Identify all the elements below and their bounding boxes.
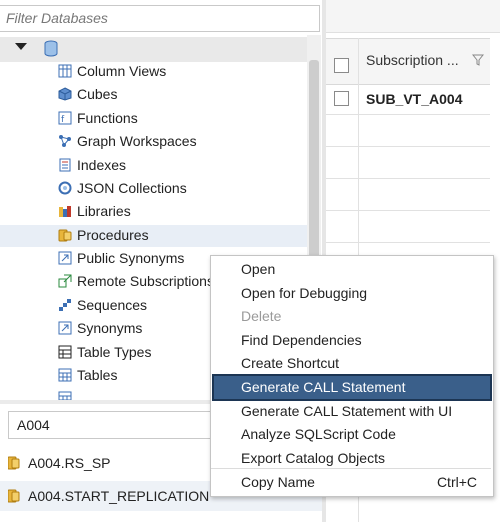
- tree-item-label: Indexes: [77, 157, 127, 173]
- menu-item-open-for-debugging[interactable]: Open for Debugging: [211, 282, 491, 305]
- grid-row-line: [326, 146, 490, 147]
- tree-item-label: Functions: [77, 110, 138, 126]
- grid-row-line: [326, 242, 490, 243]
- menu-item-export-catalog-objects[interactable]: Export Catalog Objects: [211, 447, 491, 470]
- tree-item-label: Public Synonyms: [77, 250, 185, 266]
- column-view-icon: [58, 64, 72, 78]
- grid-row-line: [326, 114, 490, 115]
- menu-item-generate-call-statement[interactable]: Generate CALL Statement: [212, 374, 492, 401]
- tree-item-graph-workspaces[interactable]: Graph Workspaces: [50, 131, 320, 153]
- function-icon: f: [58, 111, 72, 125]
- grid-row-line: [326, 210, 490, 211]
- tree-item-libraries[interactable]: Libraries: [50, 201, 320, 223]
- filter-icon[interactable]: [472, 54, 484, 66]
- tree-item-label: Tables: [77, 367, 118, 383]
- database-icon: [44, 40, 58, 57]
- tree-item-label: Column Views: [77, 63, 167, 79]
- table-icon: [58, 391, 72, 400]
- table-icon: [58, 368, 72, 382]
- graph-workspace-icon: [59, 135, 71, 147]
- grid-cell-subscription-name[interactable]: SUB_VT_A004: [366, 91, 463, 107]
- tree-item-label: Synonyms: [77, 320, 143, 336]
- column-header-subscription[interactable]: Subscription ...: [366, 52, 459, 68]
- public-synonym-icon: [58, 251, 72, 265]
- tree-item-label: Graph Workspaces: [77, 133, 197, 149]
- tree-item-label: Table Types: [77, 344, 152, 360]
- menu-item-label: Find Dependencies: [241, 332, 362, 348]
- tree-item-label: JSON Collections: [77, 180, 187, 196]
- tree-item-column-views[interactable]: Column Views: [50, 61, 320, 83]
- menu-item-label: Open: [241, 261, 276, 277]
- tree-item-label: Remote Subscriptions: [77, 273, 214, 289]
- menu-item-find-dependencies[interactable]: Find Dependencies: [211, 329, 491, 352]
- context-menu: Open Open for Debugging Delete Find Depende…: [210, 255, 494, 497]
- index-icon: [59, 158, 71, 172]
- tree-item-indexes[interactable]: Indexes: [50, 155, 320, 177]
- tree-item-procedures[interactable]: Procedures: [0, 225, 307, 247]
- procedure-icon: [8, 456, 20, 470]
- menu-item-copy-name[interactable]: Copy Name Ctrl+C: [211, 471, 491, 494]
- menu-item-label: Delete: [241, 308, 282, 324]
- library-icon: [59, 206, 71, 217]
- menu-item-label: Create Shortcut: [241, 355, 340, 371]
- table-type-icon: [58, 345, 72, 359]
- tree-item-cubes[interactable]: Cubes: [50, 84, 320, 106]
- remote-subscription-icon: [58, 274, 72, 288]
- grid-row-line: [326, 178, 490, 179]
- menu-item-label: Open for Debugging: [241, 285, 368, 301]
- tree-item-json-collections[interactable]: JSON Collections: [50, 178, 320, 200]
- select-all-checkbox[interactable]: [334, 58, 349, 73]
- menu-item-analyze-sqlscript-code[interactable]: Analyze SQLScript Code: [211, 423, 491, 446]
- json-collection-icon: [58, 181, 72, 195]
- menu-item-label: Generate CALL Statement: [241, 379, 406, 395]
- tree-item-label: Libraries: [77, 203, 131, 219]
- grid-toolbar: [326, 0, 500, 33]
- expand-arrow-icon[interactable]: [15, 43, 27, 50]
- menu-item-label: Analyze SQLScript Code: [241, 426, 396, 442]
- tree-item-label: Sequences: [77, 297, 148, 313]
- tree-item-functions[interactable]: f Functions: [50, 108, 320, 130]
- search-result-label: A004.RS_SP: [28, 455, 111, 471]
- menu-item-label: Generate CALL Statement with UI: [241, 403, 453, 419]
- tree-item-label: Procedures: [77, 227, 149, 243]
- menu-item-delete: Delete: [211, 305, 491, 328]
- row-checkbox[interactable]: [334, 91, 349, 106]
- filter-databases-input[interactable]: Filter Databases: [0, 5, 320, 32]
- sequence-icon: [59, 299, 71, 311]
- menu-item-label: Copy Name: [241, 474, 315, 490]
- cube-icon: [58, 87, 72, 101]
- synonym-icon: [58, 321, 72, 335]
- menu-separator: [211, 468, 491, 469]
- menu-item-create-shortcut[interactable]: Create Shortcut: [211, 352, 491, 375]
- procedure-icon: [8, 489, 20, 503]
- search-result-label: A004.START_REPLICATION: [28, 488, 210, 504]
- menu-item-shortcut: Ctrl+C: [436, 474, 477, 490]
- menu-item-generate-call-statement-with-ui[interactable]: Generate CALL Statement with UI: [211, 400, 491, 423]
- procedure-icon: [58, 229, 72, 242]
- menu-item-open[interactable]: Open: [211, 258, 491, 281]
- tree-item-label: Cubes: [77, 86, 118, 102]
- menu-item-label: Export Catalog Objects: [241, 450, 385, 466]
- tree-scrollbar-thumb[interactable]: [309, 60, 319, 260]
